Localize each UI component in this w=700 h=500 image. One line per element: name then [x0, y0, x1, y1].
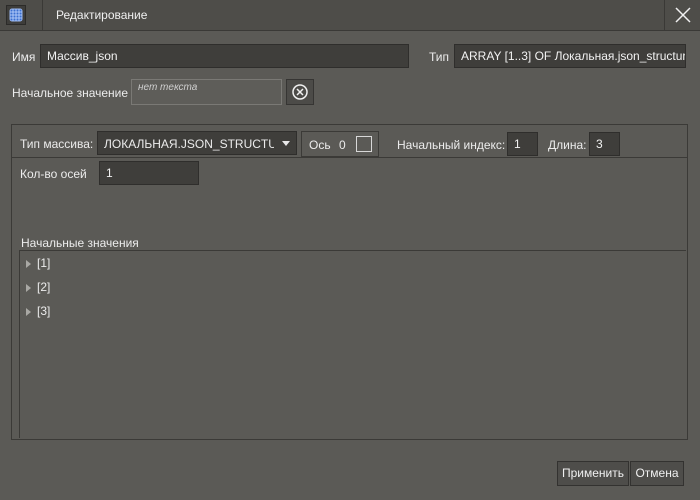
- title-bar: Редактирование: [0, 0, 700, 31]
- array-type-value: ЛОКАЛЬНАЯ.JSON_STRUCTURA: [104, 137, 274, 151]
- type-label: Тип: [429, 50, 450, 64]
- tree-item[interactable]: [2]: [20, 277, 50, 297]
- initial-value-label: Начальное значение: [12, 86, 129, 100]
- type-field[interactable]: ARRAY [1..3] OF Локальная.json_structura: [454, 44, 686, 68]
- expand-triangle-icon[interactable]: [26, 307, 31, 316]
- name-field[interactable]: Массив_json: [40, 44, 409, 68]
- close-icon: [675, 7, 691, 23]
- initial-values-label: Начальные значения: [21, 236, 139, 250]
- axes-count-label: Кол-во осей: [20, 167, 87, 181]
- length-field[interactable]: 3: [589, 132, 620, 156]
- axes-count-field[interactable]: 1: [99, 161, 199, 185]
- axis-checkbox[interactable]: [356, 136, 372, 152]
- title-separator: [42, 0, 43, 30]
- initial-value-field[interactable]: нет текста: [131, 79, 282, 105]
- expand-triangle-icon[interactable]: [26, 283, 31, 292]
- array-type-label: Тип массива:: [20, 137, 94, 151]
- chevron-down-icon: [282, 141, 290, 146]
- axis-label: Ось: [309, 138, 331, 152]
- initial-values-tree: [1] [2] [3]: [19, 250, 686, 438]
- clear-circle-icon: [292, 84, 308, 100]
- cancel-button[interactable]: Отмена: [630, 461, 684, 486]
- array-type-select[interactable]: ЛОКАЛЬНАЯ.JSON_STRUCTURA: [97, 131, 297, 155]
- axis-value: 0: [339, 138, 346, 152]
- window-title: Редактирование: [56, 8, 148, 22]
- grid-app-icon: [6, 5, 26, 25]
- tree-item-label: [2]: [37, 280, 51, 294]
- tree-item[interactable]: [1]: [20, 253, 50, 273]
- tree-item-label: [1]: [37, 256, 51, 270]
- expand-triangle-icon[interactable]: [26, 259, 31, 268]
- initial-value-placeholder: нет текста: [138, 82, 198, 93]
- start-index-field[interactable]: 1: [507, 132, 538, 156]
- tree-item-label: [3]: [37, 304, 51, 318]
- name-label: Имя: [12, 50, 36, 64]
- close-button[interactable]: [664, 0, 700, 30]
- length-label: Длина:: [548, 138, 587, 152]
- apply-button[interactable]: Применить: [557, 461, 629, 486]
- start-index-label: Начальный индекс:: [397, 138, 506, 152]
- clear-initial-value-button[interactable]: [286, 79, 314, 105]
- tree-item[interactable]: [3]: [20, 301, 50, 321]
